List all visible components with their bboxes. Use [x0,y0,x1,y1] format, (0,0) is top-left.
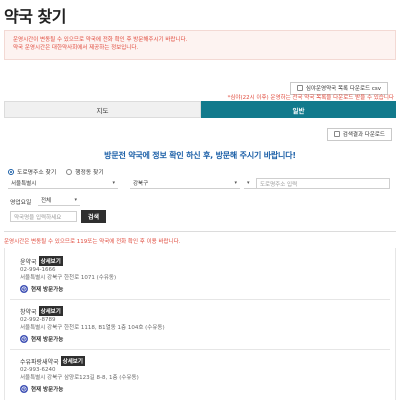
city-select[interactable]: 서울특별시 ▾ [8,178,118,189]
pharmacy-address: 서울특별시 강북구 한천로 1071 (수유동) [20,275,117,281]
radio-road-address[interactable]: 도로명주소 찾기 [8,167,56,176]
result-note: 운영시간은 변동될 수 있으므로 119또는 약국에 전화 확인 후 이용 바랍… [4,239,181,245]
district-select[interactable]: 강북구 ▾ [130,178,240,189]
tab-map[interactable]: 지도 [4,101,201,118]
tab-general[interactable]: 일반 [201,101,396,118]
download-icon [333,131,340,137]
radio-admin-dong-label: 행정동 찾기 [75,170,104,176]
clock-icon [20,385,28,393]
list-item: 윤약국 상세보기 02-994-1666 서울특별시 강북구 한천로 1071 … [20,256,400,293]
item-name-row: 수유파랑새약국 상세보기 [20,356,400,366]
status-text: 현재 방문가능 [31,337,64,343]
radio-admin-dong[interactable]: 행정동 찾기 [66,167,104,176]
pharmacy-name: 수유파랑새약국 [20,358,59,366]
business-day-select-value: 전체 [41,198,52,204]
item-name-row: 창약국 상세보기 [20,306,400,316]
chevron-down-icon: ▾ [234,180,237,186]
chevron-down-icon: ▾ [247,180,250,186]
notice-line-1: 운영시간이 변동될 수 있으므로 약국에 전화 확인 후 방문해주시기 바랍니다… [13,37,188,43]
city-select-value: 서울특별시 [11,181,37,187]
notice-line-2: 약국 운영시간은 대한약사회에서 제공하는 정보입니다. [13,45,139,51]
view-tabs: 지도 일반 [4,101,396,118]
search-button[interactable]: 검색 [81,210,106,223]
notice-box: 운영시간이 변동될 수 있으므로 약국에 전화 확인 후 방문해주시기 바랍니다… [4,30,396,60]
results-download-row: 검색결과 다운로드 [326,122,392,141]
pharmacy-name: 윤약국 [20,258,37,266]
status-badge: 현재 방문가능 [20,335,400,343]
radio-road-address-label: 도로명주소 찾기 [17,170,57,176]
pharmacy-name: 창약국 [20,308,37,316]
business-day-label: 영업요일 [10,200,32,206]
pharmacy-name-input[interactable]: 약국명을 입력하세요 [10,211,77,222]
pharmacy-phone: 02-993-6240 [20,367,56,373]
csv-download-label: 심야운영약국 목록 다운로드 csv [305,86,381,92]
results-download-button[interactable]: 검색결과 다운로드 [326,127,392,141]
pharmacy-address: 서울특별시 강북구 삼양로123길 8-8, 1층 (수유동) [20,375,139,381]
headline: 방문전 약국에 정보 확인 하신 후, 방문해 주시기 바랍니다! [104,151,296,160]
list-item: 창약국 상세보기 02-992-8789 서울특별시 강북구 한천로 1118,… [20,306,400,343]
road-address-input[interactable]: 도로명주소 입력 [256,178,390,189]
pharmacy-address: 서울특별시 강북구 한천로 1118, B1열동 1층 104호 (수유동) [20,325,165,331]
download-icon [296,85,303,91]
radio-dot-selected [8,168,14,175]
status-badge: 현재 방문가능 [20,285,400,293]
list-item: 수유파랑새약국 상세보기 02-993-6240 서울특별시 강북구 삼양로12… [20,356,400,393]
district-select-value: 강북구 [133,181,149,187]
results-download-label: 검색결과 다운로드 [342,132,385,138]
late-night-note: *심야(22시 이후) 운영하는 전국 약국 목록을 다운로드 받을 수 있습니… [227,95,394,101]
business-day-select[interactable]: 전체 ▾ [38,195,80,206]
detail-button[interactable]: 상세보기 [38,256,63,266]
pharmacy-phone: 02-994-1666 [20,267,56,273]
radio-dot [66,168,73,175]
chevron-down-icon: ▾ [112,180,115,186]
detail-button[interactable]: 상세보기 [60,356,85,366]
item-separator [10,299,390,300]
divider [4,231,396,232]
status-badge: 현재 방문가능 [20,385,400,393]
clock-icon [20,285,28,293]
status-text: 현재 방문가능 [31,387,64,393]
chevron-down-icon: ▾ [74,197,77,203]
clock-icon [20,335,28,343]
page-title: 약국 찾기 [4,7,66,26]
search-mode-radios: 도로명주소 찾기 행정동 찾기 [8,167,104,176]
item-separator [10,349,390,350]
item-name-row: 윤약국 상세보기 [20,256,400,266]
status-text: 현재 방문가능 [31,287,64,293]
pharmacy-phone: 02-992-8789 [20,317,56,323]
road-prefix-select[interactable]: ▾ [244,178,256,189]
detail-button[interactable]: 상세보기 [38,306,63,316]
